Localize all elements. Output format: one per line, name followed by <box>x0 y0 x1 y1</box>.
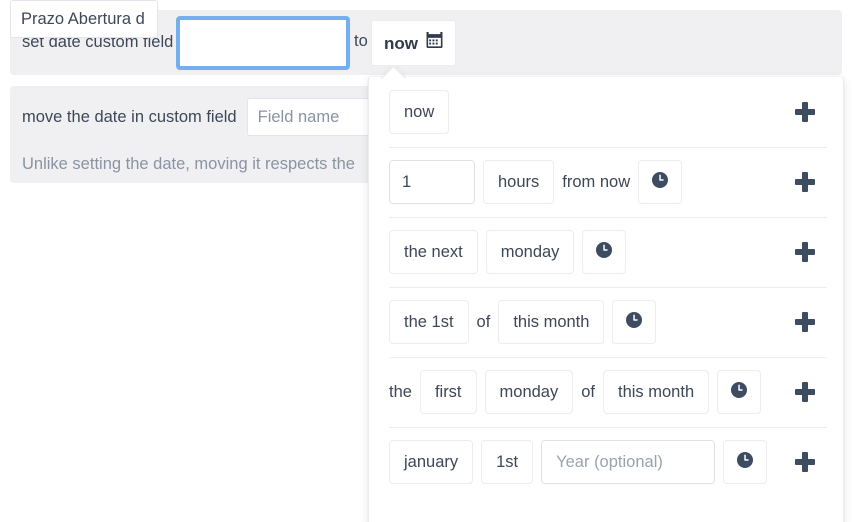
add-option-button[interactable] <box>791 308 819 336</box>
option-chip[interactable]: monday <box>484 370 574 414</box>
option-chip[interactable]: january <box>389 440 474 484</box>
dropdown-row[interactable]: january 1st <box>369 427 843 497</box>
dropdown-row[interactable]: hours from now <box>369 147 843 217</box>
option-chip[interactable]: 1st <box>481 440 534 484</box>
clock-icon-button[interactable] <box>638 160 683 204</box>
dropdown-caret <box>380 66 406 79</box>
plus-icon <box>795 382 815 402</box>
add-option-button[interactable] <box>791 168 819 196</box>
add-option-button[interactable] <box>791 448 819 476</box>
field-focus-ring <box>176 16 350 70</box>
plus-icon <box>795 102 815 122</box>
add-option-button[interactable] <box>791 378 819 406</box>
clock-icon <box>651 171 669 194</box>
dropdown-row[interactable]: the 1st of this month <box>369 287 843 357</box>
plus-icon <box>795 172 815 192</box>
dropdown-row[interactable]: now <box>369 77 843 147</box>
option-input[interactable] <box>541 440 716 484</box>
clock-icon <box>736 451 754 474</box>
dropdown-row-fields: now <box>389 90 791 134</box>
plus-icon <box>795 452 815 472</box>
plus-icon <box>795 242 815 262</box>
dropdown-row-fields: hours from now <box>389 160 791 204</box>
option-chip[interactable]: monday <box>485 230 575 274</box>
add-option-button[interactable] <box>791 98 819 126</box>
clock-icon-button[interactable] <box>723 440 768 484</box>
app-root: set date custom field to now <box>0 0 852 522</box>
plus-icon <box>795 312 815 332</box>
option-static-text: of <box>476 312 491 331</box>
option-chip[interactable]: the next <box>389 230 478 274</box>
set-date-connector-label: to <box>354 32 368 50</box>
option-chip[interactable]: now <box>389 90 450 134</box>
option-chip[interactable]: hours <box>483 160 555 204</box>
clock-icon <box>625 311 643 334</box>
option-chip[interactable]: first <box>419 370 477 414</box>
option-static-text: the <box>389 382 412 401</box>
option-static-text: of <box>581 382 595 401</box>
calendar-icon <box>426 32 443 54</box>
option-chip[interactable]: this month <box>603 370 710 414</box>
dropdown-row[interactable]: the next monday <box>369 217 843 287</box>
move-date-prefix-label: move the date in custom field <box>22 107 237 126</box>
clock-icon <box>730 381 748 404</box>
dropdown-row-fields: the 1st of this month <box>389 300 791 344</box>
clock-icon-button[interactable] <box>582 230 627 274</box>
option-chip[interactable]: this month <box>498 300 605 344</box>
now-value-button[interactable]: now <box>371 20 456 66</box>
date-option-dropdown: nowhoursfrom nowthe nextmondaythe 1stoft… <box>368 77 844 522</box>
clock-icon-button[interactable] <box>717 370 762 414</box>
dropdown-row-fields: the first monday of this month <box>389 370 791 414</box>
dropdown-row[interactable]: the first monday of this month <box>369 357 843 427</box>
add-option-button[interactable] <box>791 238 819 266</box>
custom-field-name-input[interactable] <box>10 0 158 38</box>
option-static-text: from now <box>562 172 631 191</box>
dropdown-row-fields: the next monday <box>389 230 791 274</box>
option-input[interactable] <box>389 160 475 204</box>
now-value-label: now <box>384 33 418 53</box>
dropdown-row-fields: january 1st <box>389 440 791 484</box>
option-chip[interactable]: the 1st <box>389 300 469 344</box>
clock-icon-button[interactable] <box>612 300 657 344</box>
clock-icon <box>595 241 613 264</box>
